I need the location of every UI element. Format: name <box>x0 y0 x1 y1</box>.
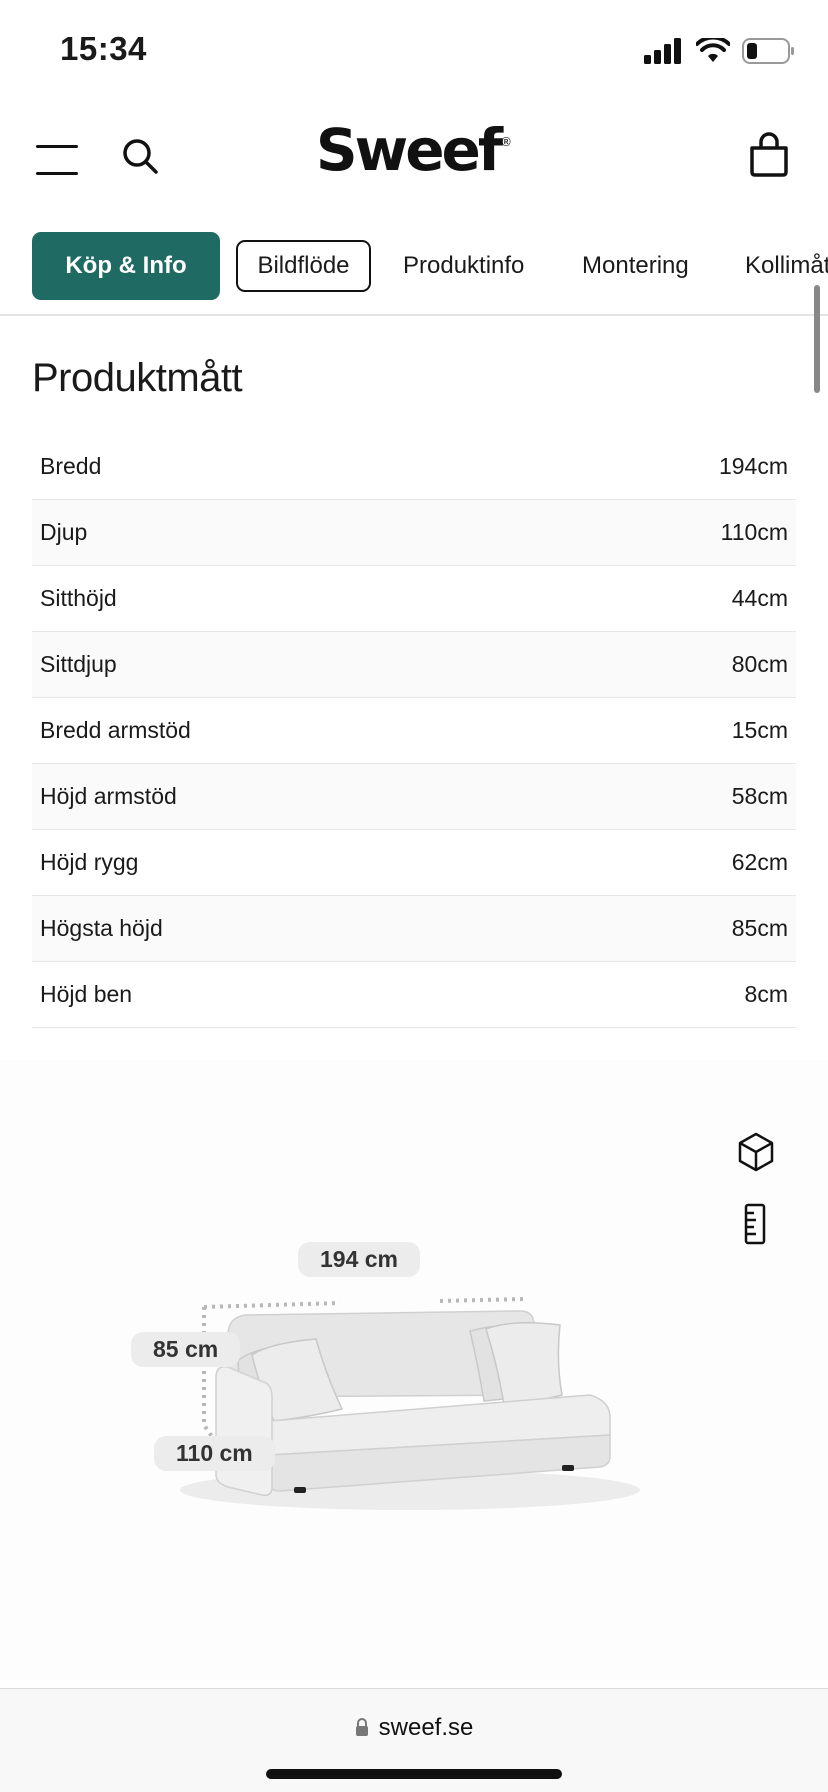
signal-icon <box>644 38 681 64</box>
depth-dimension-label: 110 cm <box>154 1436 275 1471</box>
spec-value: 44cm <box>731 585 788 611</box>
page-title: Produktmått <box>32 356 243 400</box>
spec-value: 194cm <box>718 453 788 479</box>
spec-label: Bredd <box>40 453 102 479</box>
spec-label: Höjd ben <box>40 981 133 1007</box>
status-time: 15:34 <box>60 30 147 67</box>
spec-table: Bredd 194cm Djup 110cm Sitthöjd 44cm Sittdj… <box>32 434 796 1028</box>
table-row: Höjd armstöd 58cm <box>32 764 796 830</box>
table-row: Höjd rygg 62cm <box>32 830 796 896</box>
url-text: sweef.se <box>378 1714 474 1741</box>
scrollbar[interactable] <box>814 285 820 393</box>
spec-value: 58cm <box>731 783 788 809</box>
width-dimension-label: 194 cm <box>298 1242 421 1277</box>
spec-value: 110cm <box>720 519 788 545</box>
spec-value: 8cm <box>744 981 788 1007</box>
battery-icon <box>742 38 794 64</box>
site-header: Sweef® <box>0 100 828 220</box>
spec-value: 62cm <box>731 849 788 875</box>
lock-icon <box>355 1718 368 1736</box>
spec-value: 85cm <box>731 915 788 941</box>
product-tabs: Köp & Info Bildflöde Produktinfo Monteri… <box>0 230 828 316</box>
table-row: Bredd 194cm <box>32 434 796 500</box>
spec-label: Höjd rygg <box>40 849 139 875</box>
height-dimension-label: 85 cm <box>131 1332 241 1367</box>
tab-bildflode[interactable]: Bildflöde <box>236 240 371 292</box>
spec-label: Höjd armstöd <box>40 783 177 809</box>
spec-label: Sitthöjd <box>40 585 117 611</box>
browser-url-bar[interactable]: sweef.se <box>0 1688 828 1792</box>
status-bar: 15:34 <box>0 0 828 100</box>
tab-produktinfo[interactable]: Produktinfo <box>403 232 524 300</box>
url-display[interactable]: sweef.se <box>0 1714 828 1742</box>
tab-kop-info[interactable]: Köp & Info <box>32 232 220 300</box>
spec-value: 80cm <box>731 651 788 677</box>
spec-value: 15cm <box>731 717 788 743</box>
cube-icon[interactable] <box>734 1130 778 1174</box>
home-indicator[interactable] <box>266 1769 562 1779</box>
brand-logo[interactable]: Sweef® <box>0 116 828 184</box>
table-row: Djup 110cm <box>32 500 796 566</box>
status-icons <box>644 34 796 68</box>
spec-label: Bredd armstöd <box>40 717 191 743</box>
table-row: Bredd armstöd 15cm <box>32 698 796 764</box>
table-row: Högsta höjd 85cm <box>32 896 796 962</box>
table-row: Sitthöjd 44cm <box>32 566 796 632</box>
tab-montering[interactable]: Montering <box>582 232 689 300</box>
spec-label: Högsta höjd <box>40 915 163 941</box>
spec-label: Sittdjup <box>40 651 117 677</box>
table-row: Höjd ben 8cm <box>32 962 796 1028</box>
ruler-icon[interactable] <box>734 1202 778 1246</box>
product-3d-viewer[interactable]: 194 cm 85 cm 110 cm <box>0 1060 828 1680</box>
wifi-icon <box>696 38 730 62</box>
cart-icon[interactable] <box>748 130 790 178</box>
table-row: Sittdjup 80cm <box>32 632 796 698</box>
spec-label: Djup <box>40 519 88 545</box>
